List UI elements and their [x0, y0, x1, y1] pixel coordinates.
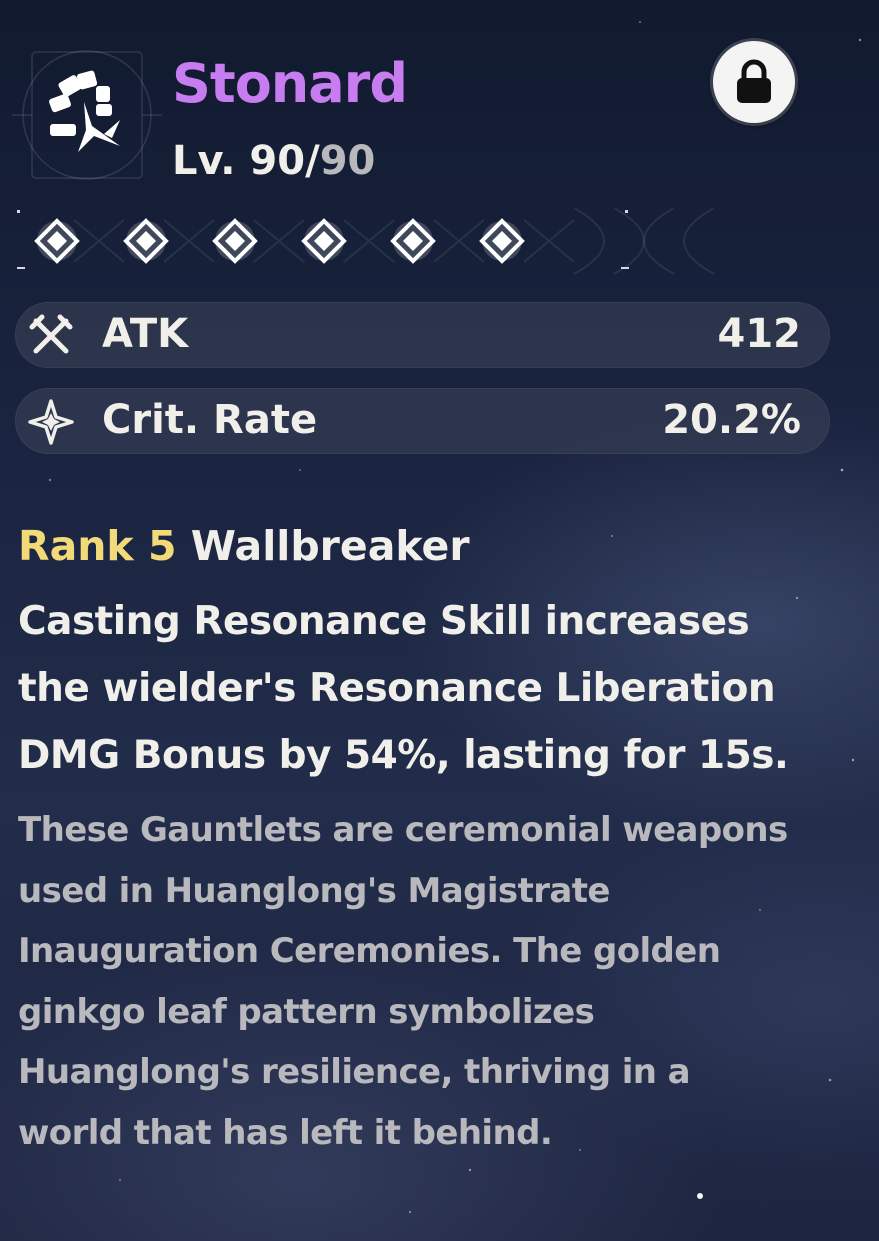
rank-diamond-icon	[479, 218, 525, 264]
passive-line: the wielder's Resonance Liberation	[18, 666, 776, 711]
lock-button[interactable]	[713, 41, 795, 123]
four-point-star-icon	[28, 399, 74, 445]
rank-diamond-icon	[123, 218, 169, 264]
passive-title: Rank 5 Wallbreaker	[18, 522, 470, 570]
crossed-swords-icon	[29, 314, 73, 354]
rank-diamond-icon	[212, 218, 258, 264]
rank-indicator	[17, 207, 715, 275]
rank-diamond-icon	[34, 218, 80, 264]
stat-row-crit-rate: Crit. Rate 20.2%	[15, 388, 830, 454]
weapon-icon	[12, 40, 162, 190]
passive-line: Casting Resonance Skill increases	[18, 599, 750, 644]
lore-line: ginkgo leaf pattern symbolizes	[18, 991, 595, 1032]
padlock-icon	[737, 59, 771, 103]
weapon-name: Stonard	[172, 52, 408, 115]
level-max: 90	[319, 138, 376, 184]
lore-line: Huanglong's resilience, thriving in a	[18, 1052, 691, 1092]
lore-line: used in Huanglong's Magistrate	[18, 870, 610, 911]
stat-label: ATK	[102, 311, 189, 357]
stat-value: 20.2%	[662, 397, 801, 443]
lore-line: These Gauntlets are ceremonial weapons	[18, 810, 788, 850]
passive-line: DMG Bonus by 54%, lasting for 15s.	[18, 733, 789, 778]
lore-line: world that has left it behind.	[18, 1112, 553, 1153]
lore-description: These Gauntlets are ceremonial weapons u…	[18, 800, 868, 1163]
rank-diamond-icon	[301, 218, 347, 264]
stat-label: Crit. Rate	[102, 397, 318, 443]
stat-value: 412	[717, 311, 802, 357]
weapon-level: Lv. 90/90	[172, 138, 375, 184]
gauntlet-fist-icon	[49, 70, 120, 152]
passive-description: Casting Resonance Skill increases the wi…	[18, 588, 848, 789]
level-current: Lv. 90/	[172, 138, 320, 184]
lore-line: Inauguration Ceremonies. The golden	[18, 931, 721, 971]
passive-rank: Rank 5	[18, 522, 177, 570]
rank-diamond-icon	[390, 218, 436, 264]
stat-row-atk: ATK 412	[15, 302, 830, 368]
passive-name: Wallbreaker	[190, 522, 470, 570]
